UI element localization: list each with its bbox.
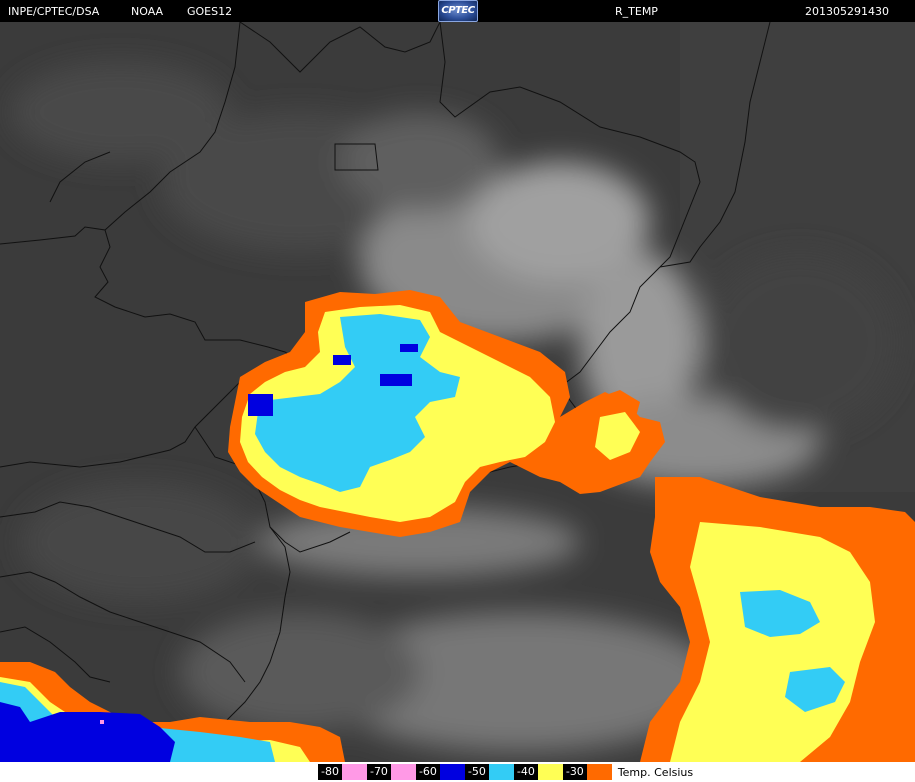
legend-label: -50 — [464, 764, 489, 780]
color-legend: -80 -70 -60 -50 -40 -30 Temp. Celsius — [318, 762, 693, 782]
timestamp-label: 201305291430 — [805, 5, 889, 18]
legend-swatch — [586, 764, 612, 780]
legend-swatch — [439, 764, 465, 780]
agency-label: NOAA — [131, 5, 164, 18]
legend-label: -80 — [318, 764, 342, 780]
cptec-logo: CPTEC — [438, 0, 478, 22]
source-label: INPE/CPTEC/DSA — [8, 5, 100, 18]
header-bar: INPE/CPTEC/DSA NOAA GOES12 CPTEC R_TEMP … — [0, 0, 915, 22]
satellite-image — [0, 22, 915, 762]
legend-label: -70 — [366, 764, 391, 780]
legend-item: -40 — [513, 762, 563, 782]
product-label: R_TEMP — [615, 5, 658, 18]
legend-item: -50 — [464, 762, 514, 782]
legend-swatch — [341, 764, 367, 780]
legend-label: -40 — [513, 764, 538, 780]
legend-item: -80 — [318, 762, 367, 782]
legend-item: -70 — [366, 762, 416, 782]
legend-item: -30 — [562, 762, 612, 782]
legend-item: -60 — [415, 762, 465, 782]
satellite-map-svg — [0, 22, 915, 762]
cloud-top-minus70-spot — [100, 720, 104, 724]
legend-swatch — [390, 764, 416, 780]
satellite-label: GOES12 — [187, 5, 233, 18]
legend-unit: Temp. Celsius — [617, 765, 694, 779]
legend-swatch — [488, 764, 514, 780]
legend-swatch — [537, 764, 563, 780]
legend-label: -30 — [562, 764, 587, 780]
legend-label: -60 — [415, 764, 440, 780]
